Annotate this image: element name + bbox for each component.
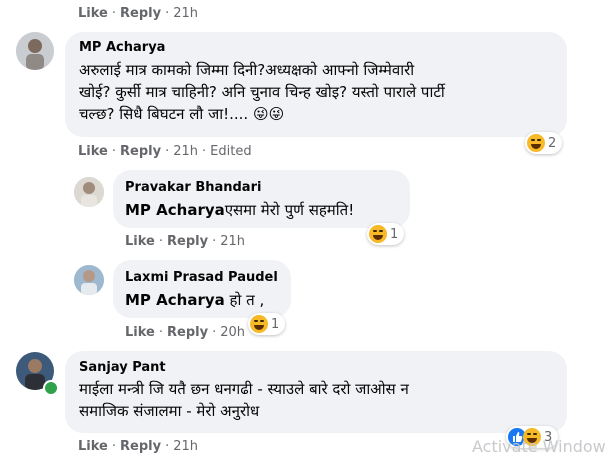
comment-author[interactable]: MP Acharya (79, 40, 165, 55)
person-photo-icon (16, 32, 54, 70)
reply-link[interactable]: Reply (167, 325, 208, 340)
reply-link[interactable]: Reply (120, 439, 161, 454)
reply-bubble: Pravakar Bhandari MP Acharyaएसमा मेरो पु… (113, 170, 410, 228)
comment-actions: Like · Reply · 20h (125, 325, 245, 340)
comment-text: माईला मन्त्री जि यतै छन धनगढी - स्याउले … (79, 380, 409, 420)
avatar-laxmi-prasad-paudel[interactable] (74, 265, 104, 295)
timestamp[interactable]: 20h (220, 325, 245, 340)
avatar-pravakar-bhandari[interactable] (74, 177, 104, 207)
laughing-emoji-icon (250, 315, 268, 333)
reply-link[interactable]: Reply (120, 144, 161, 159)
comment-bubble: Sanjay Pant माईला मन्त्री जि यतै छन धनगढ… (65, 351, 567, 433)
person-photo-icon (74, 265, 104, 295)
reply-link[interactable]: Reply (167, 234, 208, 249)
avatar-mp-acharya[interactable] (16, 32, 54, 70)
like-link[interactable]: Like (78, 439, 108, 454)
timestamp[interactable]: 21h (173, 144, 198, 159)
comment-author[interactable]: Laxmi Prasad Paudel (125, 270, 278, 285)
person-photo-icon (74, 177, 104, 207)
like-link[interactable]: Like (125, 325, 155, 340)
laughing-emoji-icon (369, 225, 387, 243)
mention-link[interactable]: MP Acharya (125, 201, 225, 219)
like-link[interactable]: Like (125, 234, 155, 249)
comment-actions: Like · Reply · 21h (78, 439, 198, 454)
timestamp[interactable]: 21h (173, 6, 198, 21)
activate-windows-watermark: Activate Window (472, 437, 606, 456)
comment-actions-top: Like · Reply · 21h (78, 6, 198, 21)
comment-actions: Like · Reply · 21h (125, 234, 245, 249)
reply-link[interactable]: Reply (120, 6, 161, 21)
comment-text: MP Acharyaएसमा मेरो पुर्ण सहमति! (125, 201, 355, 219)
timestamp[interactable]: 21h (220, 234, 245, 249)
reaction-count[interactable]: 1 (367, 223, 405, 245)
reply-bubble: Laxmi Prasad Paudel MP Acharya हो त , (113, 260, 291, 318)
online-status-dot (43, 380, 59, 396)
timestamp[interactable]: 21h (173, 439, 198, 454)
comment-bubble: MP Acharya अरुलाई मात्र कामको जिम्मा दिन… (65, 32, 567, 137)
comment-author[interactable]: Pravakar Bhandari (125, 180, 261, 195)
comment-actions: Like · Reply · 21h · Edited (78, 144, 252, 159)
comment-text: MP Acharya हो त , (125, 291, 265, 309)
mention-link[interactable]: MP Acharya (125, 291, 225, 309)
like-link[interactable]: Like (78, 144, 108, 159)
comment-author[interactable]: Sanjay Pant (79, 360, 166, 375)
reaction-count[interactable]: 2 (525, 132, 563, 154)
comment-text: अरुलाई मात्र कामको जिम्मा दिनी?अध्यक्षको… (79, 61, 445, 123)
like-link[interactable]: Like (78, 6, 108, 21)
reaction-count[interactable]: 1 (248, 313, 286, 335)
edited-label: Edited (210, 144, 252, 159)
laughing-emoji-icon (527, 134, 545, 152)
